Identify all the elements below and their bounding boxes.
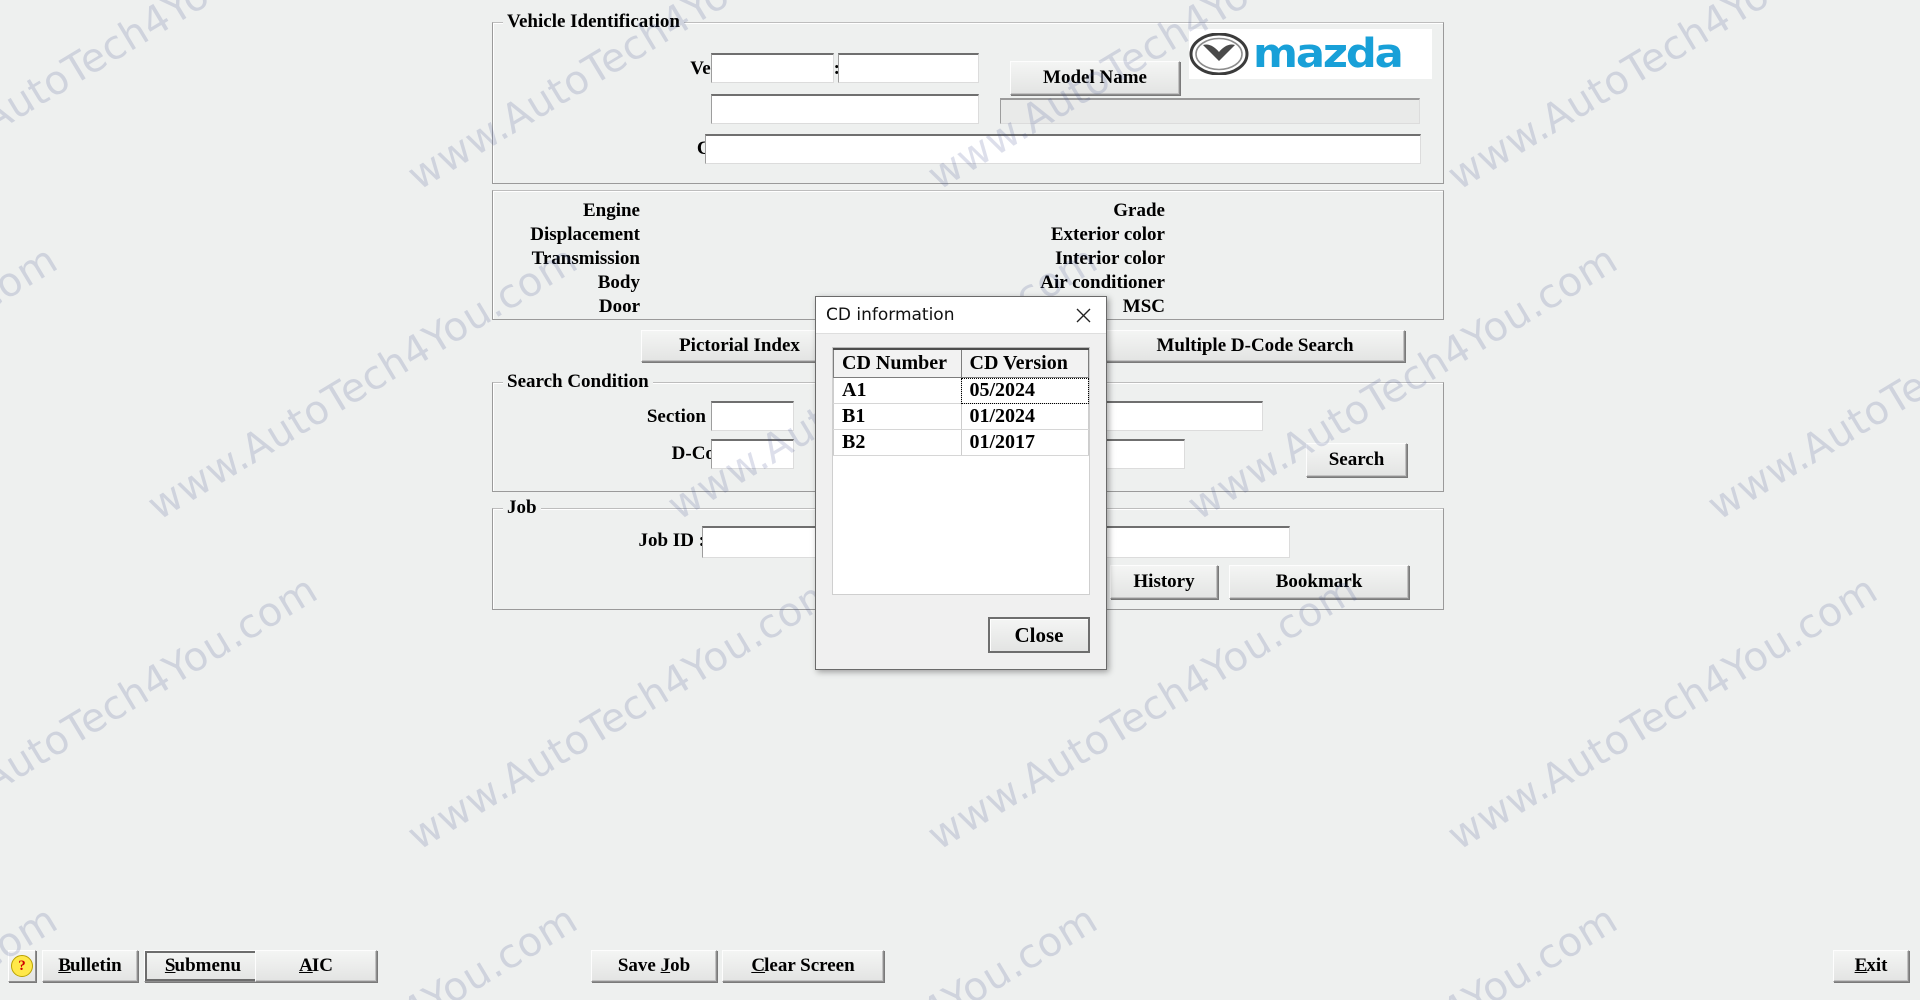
license-plate-input[interactable] [711,94,979,124]
dialog-close-button[interactable]: Close [988,617,1090,653]
vehicle-identification-title: Vehicle Identification [503,11,684,33]
dialog-title: CD information [826,305,955,325]
info-left-engine: Engine [582,200,640,221]
save-job-button[interactable]: Save Job [591,950,717,982]
section-no-input[interactable] [711,401,794,431]
exit-label: Exit [1855,955,1888,977]
cell-cd-number: B1 [833,403,962,430]
info-left-transmission: Transmission [531,248,640,269]
dcode-input-2[interactable] [1100,439,1185,469]
clear-screen-button[interactable]: Clear Screen [722,950,884,982]
cell-cd-number: B2 [833,429,962,456]
submenu-rest: ubmenu [174,955,242,976]
aic-label: AIC [299,955,333,977]
cell-cd-version: 01/2017 [960,429,1089,456]
info-right-interior-color: Interior color [1055,248,1165,269]
bulletin-rest: ulletin [70,955,122,976]
customer-name-input[interactable] [705,134,1421,164]
bulletin-button[interactable]: Bulletin [42,950,138,982]
history-button[interactable]: History [1110,565,1218,599]
search-button[interactable]: Search [1306,443,1407,477]
watermark-text: www.AutoTech4You.com [1700,236,1920,530]
table-row[interactable]: B1 01/2024 [833,403,1089,430]
cell-cd-version: 01/2024 [960,403,1089,430]
watermark-text: www.AutoTech4You.com [0,0,326,200]
cell-cd-number: A1 [833,377,962,404]
cd-table: CD Number CD Version A1 05/2024 B1 01/20… [833,348,1089,456]
cd-table-header-row: CD Number CD Version [833,348,1089,378]
model-name-button[interactable]: Model Name [1010,61,1180,95]
job-id-label: Job ID : [638,530,705,551]
watermark-text: www.AutoTech4You.com [1440,0,1886,200]
exit-rest: xit [1866,955,1888,976]
mazda-wordmark: mazda [1253,31,1404,77]
column-header-cd-version[interactable]: CD Version [960,348,1089,378]
aic-button[interactable]: AIC [255,950,377,982]
watermark-text: www.AutoTech4You.com [1440,566,1886,860]
info-left-displacement: Displacement [530,224,640,245]
aic-rest: IC [311,955,333,976]
info-right-grade: Grade [1113,200,1165,221]
watermark-text: www.AutoTech4You.com [0,236,66,530]
aic-accel: A [299,955,313,976]
mazda-emblem-icon [1189,33,1249,75]
cd-table-body: A1 05/2024 B1 01/2024 B2 01/2017 [833,377,1089,456]
section-no-input-2[interactable] [1100,401,1263,431]
submenu-button[interactable]: Submenu [144,950,262,982]
table-row[interactable]: B2 01/2017 [833,429,1089,456]
clear-screen-rest: lear Screen [764,955,855,976]
save-job-accel: J [660,955,671,976]
job-id-input-2[interactable] [1100,526,1290,558]
multiple-dcode-search-button[interactable]: Multiple D-Code Search [1105,330,1405,362]
table-row[interactable]: A1 05/2024 [833,377,1089,404]
cell-cd-version: 05/2024 [960,377,1089,404]
question-mark-icon: ? [11,955,33,977]
watermark-text: www.AutoTech4You.com [0,566,326,860]
clear-screen-accel: C [751,955,766,976]
mazda-logo: mazda [1189,29,1432,79]
cd-list[interactable]: CD Number CD Version A1 05/2024 B1 01/20… [832,347,1090,595]
vin-input-2[interactable] [838,53,979,83]
clear-screen-label: Clear Screen [751,955,854,977]
watermark-text: www.AutoTech4You.com [400,566,846,860]
bulletin-label: Bulletin [58,955,121,977]
info-right-air-conditioner: Air conditioner [1040,272,1165,293]
search-condition-title: Search Condition [503,371,653,393]
bookmark-button[interactable]: Bookmark [1229,565,1409,599]
help-button[interactable]: ? [8,950,36,982]
info-left-body: Body [597,272,640,293]
vin-input-1[interactable] [711,53,834,83]
save-job-label: Save Job [617,955,691,976]
column-header-cd-number[interactable]: CD Number [833,348,962,378]
info-right-exterior-color: Exterior color [1050,224,1165,245]
info-left-door: Door [598,296,640,317]
bottom-toolbar: ? Bulletin Submenu AIC Save Job Clear Sc… [0,940,1920,1000]
exit-button[interactable]: Exit [1833,950,1909,982]
close-icon[interactable] [1068,301,1098,329]
submenu-label: Submenu [165,955,241,977]
submenu-accel: S [164,955,176,976]
license-plate-readonly [1000,98,1420,124]
dcode-input[interactable] [711,439,794,469]
dialog-titlebar: CD information [816,297,1106,334]
job-title: Job [503,497,541,519]
cd-information-dialog: CD information CD Number CD Version A1 0… [815,296,1107,670]
pictorial-index-button[interactable]: Pictorial Index [641,330,838,362]
